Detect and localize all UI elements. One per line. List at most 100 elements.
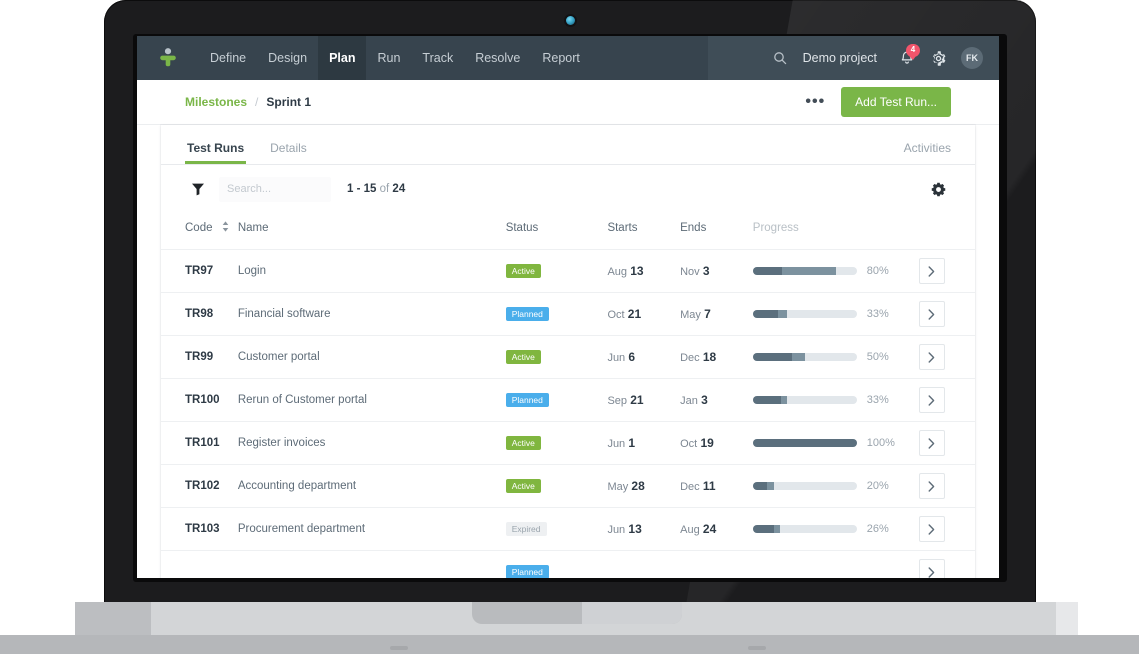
record-count-total: 24 (392, 183, 406, 195)
record-count-of: of (379, 183, 390, 195)
status-badge: Planned (505, 564, 549, 578)
progress-wrapper: 26% (752, 523, 919, 535)
start-month: Sep (607, 395, 628, 407)
tab-test-runs[interactable]: Test Runs (185, 141, 247, 164)
column-header-status[interactable]: Status (505, 213, 608, 250)
start-month: Jun (607, 438, 626, 450)
start-day: 6 (628, 350, 636, 364)
search-icon[interactable] (765, 36, 795, 80)
end-day: 7 (704, 307, 711, 321)
cell-status: Active (505, 421, 608, 465)
cell-actions (918, 464, 975, 508)
cell-name: Login (237, 249, 506, 293)
row-open-button[interactable] (918, 430, 945, 456)
start-day: 13 (630, 264, 644, 278)
cell-actions (918, 292, 975, 336)
cell-code: TR97 (161, 249, 238, 293)
column-header-progress[interactable]: Progress (752, 213, 919, 250)
top-navbar: Define Design Plan Run Track Resolve Rep… (137, 36, 999, 80)
nav-item-track[interactable]: Track (411, 36, 464, 80)
cell-ends: Nov 3 (680, 249, 753, 293)
cell-progress: 26% (752, 507, 919, 551)
table-row[interactable]: TR102 Accounting department Active May 28 De… (161, 464, 975, 508)
run-name: Register invoices (237, 437, 326, 449)
table-row[interactable]: TR99 Customer portal Active Jun 6 Dec 18 50% (161, 335, 975, 379)
start-day: 1 (628, 436, 636, 450)
cell-status: Expired (505, 507, 608, 551)
breadcrumb-current: Sprint 1 (266, 95, 312, 109)
table-head: Code Name Status Starts Ends Progress (161, 213, 975, 250)
cell-status: Planned (505, 550, 608, 578)
run-name: Accounting department (237, 480, 357, 492)
progress-fill-primary (752, 353, 793, 361)
row-open-button[interactable] (918, 473, 945, 499)
progress-bar (752, 353, 857, 361)
cell-name: Procurement department (237, 507, 506, 551)
laptop-foot-left (390, 646, 408, 650)
run-code: TR98 (185, 308, 214, 320)
nav-item-plan[interactable]: Plan (318, 36, 367, 80)
laptop-base-bottom (0, 635, 1139, 654)
row-open-button[interactable] (918, 344, 945, 370)
tab-activities[interactable]: Activities (904, 141, 951, 164)
nav-item-run[interactable]: Run (366, 36, 411, 80)
start-month: Aug (607, 266, 628, 278)
more-options-button[interactable]: ••• (789, 94, 841, 110)
avatar[interactable]: FK (961, 47, 983, 69)
cell-actions (918, 378, 975, 422)
progress-bar (752, 396, 857, 404)
table-row[interactable]: Planned (161, 550, 975, 578)
cell-name: Accounting department (237, 464, 506, 508)
progress-fill-secondary (773, 525, 780, 533)
nav-item-design[interactable]: Design (257, 36, 318, 80)
progress-fill-primary (752, 310, 778, 318)
table-row[interactable]: TR100 Rerun of Customer portal Planned Sep … (161, 378, 975, 422)
progress-label: 20% (866, 480, 889, 492)
gear-icon[interactable] (923, 36, 953, 80)
nav-item-define[interactable]: Define (199, 36, 257, 80)
table-row[interactable]: TR97 Login Active Aug 13 Nov 3 80% (161, 249, 975, 293)
nav-item-report[interactable]: Report (531, 36, 591, 80)
table-row[interactable]: TR98 Financial software Planned Oct 21 May 7… (161, 292, 975, 336)
row-open-button[interactable] (918, 301, 945, 327)
progress-fill-secondary (777, 310, 788, 318)
run-code: TR100 (185, 394, 220, 406)
row-open-button[interactable] (918, 516, 945, 542)
progress-wrapper: 50% (752, 351, 919, 363)
notifications-button[interactable]: 4 (891, 36, 923, 80)
filter-icon[interactable] (185, 176, 211, 202)
cell-name: Customer portal (237, 335, 506, 379)
table-header-row: Code Name Status Starts Ends Progress (161, 213, 975, 250)
status-badge: Planned (505, 392, 549, 408)
cell-progress: 100% (752, 421, 919, 465)
progress-fill-secondary (781, 267, 836, 275)
test-runs-card: Test Runs Details Activities 1 - 15 of 2… (161, 125, 975, 578)
column-header-name[interactable]: Name (237, 213, 506, 250)
run-name: Rerun of Customer portal (237, 394, 367, 406)
progress-label: 80% (866, 265, 889, 277)
gear-icon[interactable] (925, 176, 951, 202)
row-open-button[interactable] (918, 559, 945, 578)
column-header-code[interactable]: Code (161, 213, 238, 250)
progress-fill-secondary (780, 396, 788, 404)
breadcrumb-parent[interactable]: Milestones (185, 95, 247, 109)
app-logo[interactable] (137, 47, 199, 69)
project-selector[interactable]: Demo project (795, 51, 891, 65)
progress-wrapper: 33% (752, 308, 919, 320)
column-header-starts[interactable]: Starts (607, 213, 681, 250)
column-header-ends[interactable]: Ends (680, 213, 753, 250)
start-month: Jun (607, 352, 626, 364)
table-row[interactable]: TR103 Procurement department Expired Jun 13… (161, 507, 975, 551)
nav-item-resolve[interactable]: Resolve (464, 36, 531, 80)
cell-progress (752, 550, 919, 578)
add-test-run-button[interactable]: Add Test Run... (841, 87, 951, 117)
cell-actions (918, 249, 975, 293)
card-tabs: Test Runs Details Activities (161, 125, 975, 165)
row-open-button[interactable] (918, 387, 945, 413)
tab-details[interactable]: Details (268, 141, 309, 164)
sort-icon[interactable] (222, 221, 229, 235)
table-row[interactable]: TR101 Register invoices Active Jun 1 Oct 19 1… (161, 421, 975, 465)
end-month: Dec (680, 481, 700, 493)
search-input[interactable] (219, 176, 331, 202)
row-open-button[interactable] (918, 258, 945, 284)
